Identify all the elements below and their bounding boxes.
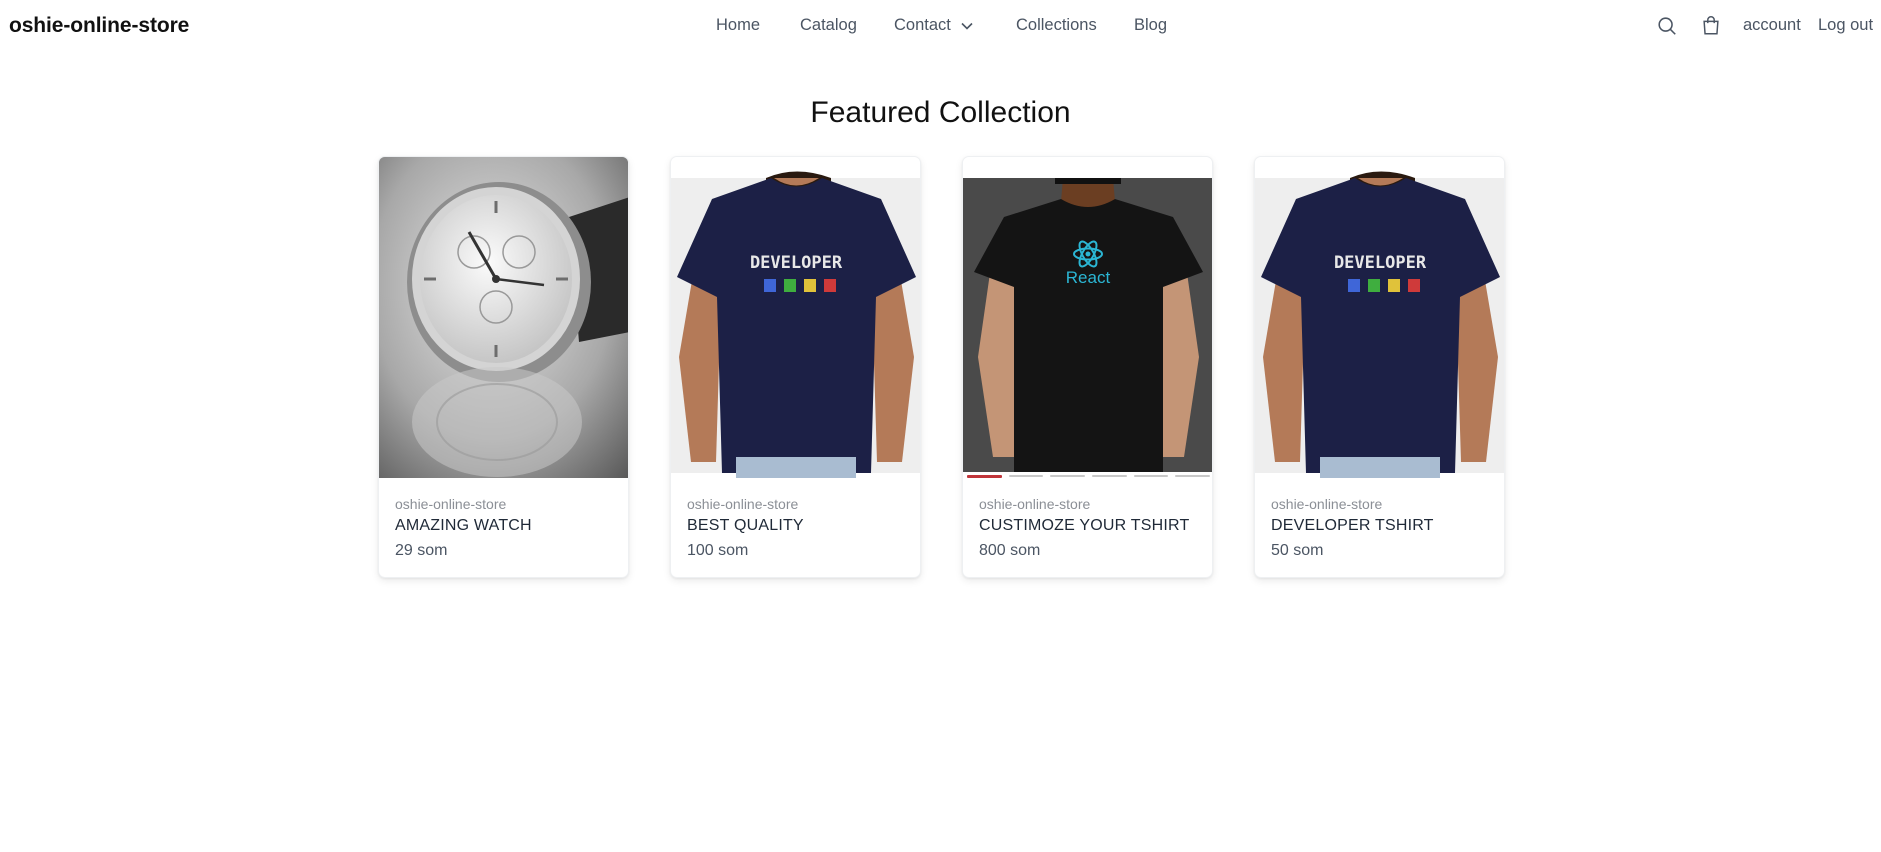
product-image-developer-tshirt[interactable]: DEVELOPER bbox=[1255, 157, 1504, 478]
product-title[interactable]: DEVELOPER TSHIRT bbox=[1271, 517, 1434, 535]
carousel-indicators[interactable] bbox=[967, 475, 1211, 478]
product-card[interactable]: DEVELOPER oshie-online-store DEVELOPER T… bbox=[1254, 156, 1505, 578]
nav-home[interactable]: Home bbox=[716, 16, 760, 35]
section-title: Featured Collection bbox=[810, 96, 1071, 129]
product-vendor: oshie-online-store bbox=[1271, 496, 1383, 512]
product-image-watch[interactable] bbox=[379, 157, 628, 478]
product-vendor: oshie-online-store bbox=[395, 496, 507, 512]
product-card[interactable]: DEVELOPER oshie-online-store BEST QUALIT… bbox=[670, 156, 921, 578]
product-price: 100 som bbox=[687, 542, 749, 559]
shirt-print-text: DEVELOPER bbox=[1334, 253, 1427, 273]
product-card[interactable]: React oshie-online-store CUSTIMOZE YOUR … bbox=[962, 156, 1213, 578]
search-icon[interactable] bbox=[1656, 15, 1678, 37]
account-link[interactable]: account bbox=[1743, 16, 1801, 35]
product-title[interactable]: CUSTIMOZE YOUR TSHIRT bbox=[979, 517, 1189, 535]
shirt-print-text: React bbox=[1066, 268, 1111, 287]
nav-blog[interactable]: Blog bbox=[1134, 16, 1167, 35]
product-image-developer-tshirt[interactable]: DEVELOPER bbox=[671, 157, 920, 478]
product-title[interactable]: AMAZING WATCH bbox=[395, 517, 532, 535]
nav-collections[interactable]: Collections bbox=[1016, 16, 1097, 35]
carousel-dot[interactable] bbox=[1133, 475, 1169, 477]
product-vendor: oshie-online-store bbox=[979, 496, 1091, 512]
nav-contact-label: Contact bbox=[894, 16, 951, 34]
product-title[interactable]: BEST QUALITY bbox=[687, 517, 804, 535]
logout-link[interactable]: Log out bbox=[1818, 16, 1873, 35]
product-vendor: oshie-online-store bbox=[687, 496, 799, 512]
chevron-down-icon bbox=[961, 22, 973, 30]
carousel-dot[interactable] bbox=[1175, 475, 1211, 477]
nav-contact[interactable]: Contact bbox=[894, 16, 975, 35]
product-price: 50 som bbox=[1271, 542, 1324, 559]
product-price: 800 som bbox=[979, 542, 1041, 559]
product-image-react-tshirt[interactable]: React bbox=[963, 157, 1212, 478]
carousel-dot[interactable] bbox=[1008, 475, 1044, 477]
site-header: oshie-online-store Home Catalog Contact … bbox=[0, 0, 1881, 54]
nav-catalog[interactable]: Catalog bbox=[800, 16, 857, 35]
carousel-dot[interactable] bbox=[1092, 475, 1127, 477]
shirt-print-text: DEVELOPER bbox=[750, 253, 843, 273]
main-nav: Home Catalog Contact Collections Blog bbox=[0, 16, 1881, 40]
carousel-dot[interactable] bbox=[967, 475, 1002, 478]
carousel-dot[interactable] bbox=[1050, 475, 1086, 477]
shopping-bag-icon[interactable] bbox=[1700, 14, 1722, 36]
product-price: 29 som bbox=[395, 542, 448, 559]
product-card[interactable]: oshie-online-store AMAZING WATCH 29 som bbox=[378, 156, 629, 578]
